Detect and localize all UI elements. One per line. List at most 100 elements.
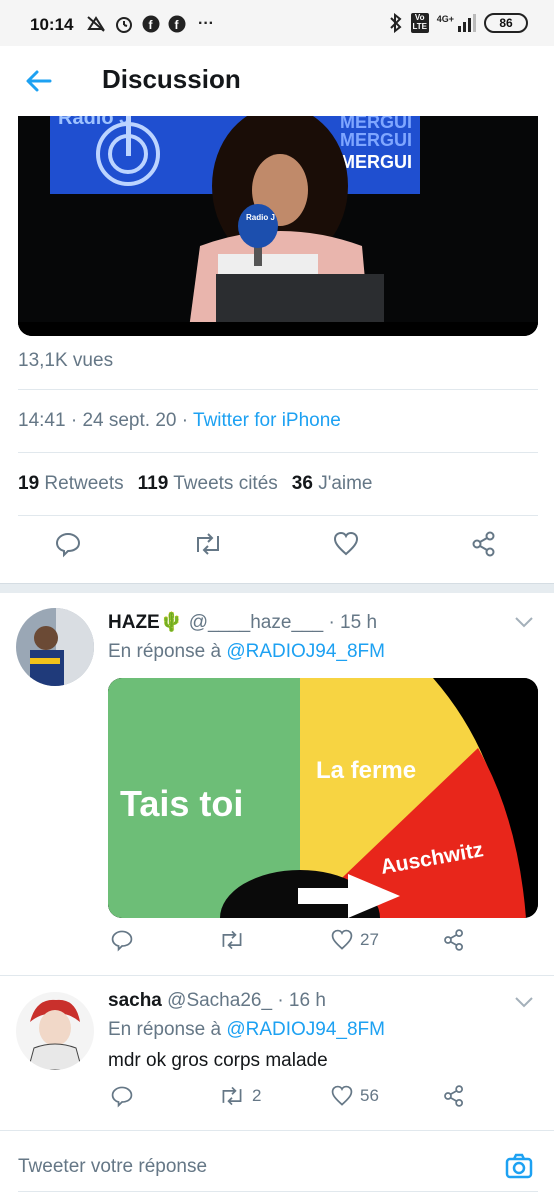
reply-icon bbox=[111, 1086, 133, 1108]
divider bbox=[18, 515, 538, 516]
likes-stat[interactable]: 36 J'aime bbox=[292, 473, 373, 495]
tweet-time: 14:41 bbox=[18, 410, 66, 431]
share-icon bbox=[444, 929, 463, 951]
signal-indicator: 4G+ bbox=[437, 14, 476, 32]
tweet-age: · 16 h bbox=[277, 990, 326, 1011]
back-arrow-icon[interactable] bbox=[24, 66, 54, 96]
chevron-down-icon[interactable] bbox=[514, 995, 534, 1009]
reply-input[interactable]: Tweeter votre réponse bbox=[18, 1156, 207, 1178]
network-label: 4G+ bbox=[436, 14, 454, 24]
retweet-button[interactable] bbox=[218, 928, 252, 952]
display-name[interactable]: sacha bbox=[108, 990, 162, 1011]
reply-header: sacha @Sacha26_ · 16 h bbox=[108, 990, 326, 1012]
facebook-icon: f bbox=[142, 15, 160, 33]
page-title: Discussion bbox=[102, 64, 241, 94]
cactus-emoji: 🌵 bbox=[159, 612, 184, 633]
quotes-stat[interactable]: 119 Tweets cités bbox=[138, 473, 278, 495]
tweet-video[interactable]: Radio J MERGUI MERGUI MERGUI Radio J bbox=[18, 116, 538, 336]
meta-separator: · bbox=[176, 410, 194, 431]
meme-image[interactable]: Tais toi La ferme Auschwitz bbox=[108, 678, 538, 918]
user-handle[interactable]: @____haze___ bbox=[189, 612, 323, 633]
section-gap bbox=[0, 583, 554, 593]
banner-line-2: MERGUI bbox=[340, 130, 412, 150]
like-button[interactable]: 27 bbox=[330, 928, 379, 952]
retweet-icon bbox=[222, 930, 242, 950]
bluetooth-icon bbox=[390, 13, 402, 33]
tweet-stats: 19 Retweets 119 Tweets cités 36 J'aime bbox=[18, 473, 387, 495]
tweet-age: · 15 h bbox=[328, 612, 378, 633]
retweets-stat[interactable]: 19 Retweets bbox=[18, 473, 124, 495]
tweet-date: 24 sept. 20 bbox=[82, 410, 177, 431]
retweet-icon bbox=[197, 533, 219, 555]
tweet-text: mdr ok gros corps malade bbox=[108, 1050, 328, 1071]
reply-button[interactable] bbox=[110, 928, 140, 952]
share-button[interactable] bbox=[470, 530, 498, 558]
tweet-source-link[interactable]: Twitter for iPhone bbox=[193, 410, 341, 431]
retweet-count: 2 bbox=[252, 1086, 262, 1105]
retweets-count: 19 bbox=[18, 473, 40, 494]
quotes-count: 119 bbox=[137, 473, 169, 494]
share-button[interactable] bbox=[442, 928, 466, 952]
retweet-button[interactable] bbox=[192, 530, 224, 558]
camera-icon[interactable] bbox=[504, 1151, 534, 1181]
retweets-label: Retweets bbox=[44, 473, 124, 494]
reply-prefix: En réponse à bbox=[108, 1019, 227, 1040]
reply-button[interactable] bbox=[54, 530, 82, 558]
status-right: Vo LTE 4G+ 86 bbox=[389, 13, 528, 33]
reply-actions: 27 bbox=[0, 928, 554, 968]
battery-indicator: 86 bbox=[484, 13, 528, 33]
reply-header: HAZE🌵 @____haze___ · 15 h bbox=[108, 610, 377, 634]
tweet-meta: 14:41 · 24 sept. 20 · Twitter for iPhone bbox=[18, 410, 341, 432]
chevron-down-icon[interactable] bbox=[514, 615, 534, 629]
reply-icon bbox=[55, 532, 81, 558]
quotes-label: Tweets cités bbox=[173, 473, 278, 494]
reply-prefix: En réponse à bbox=[108, 641, 227, 662]
meme-label-green: Tais toi bbox=[120, 783, 243, 824]
divider bbox=[18, 389, 538, 390]
like-button[interactable] bbox=[332, 530, 360, 558]
display-name[interactable]: HAZE bbox=[108, 612, 160, 633]
notification-icons: f f ··· bbox=[86, 14, 214, 34]
silent-icon bbox=[87, 16, 105, 32]
like-count: 27 bbox=[360, 930, 379, 949]
volte-badge: Vo LTE bbox=[410, 13, 429, 33]
avatar[interactable] bbox=[16, 992, 94, 1070]
reply-actions: 2 56 bbox=[0, 1084, 554, 1124]
facebook-icon: f bbox=[168, 15, 186, 33]
user-handle[interactable]: @Sacha26_ bbox=[167, 990, 272, 1011]
divider bbox=[18, 452, 538, 453]
banner-line-3: MERGUI bbox=[340, 152, 412, 172]
mic-label: Radio J bbox=[246, 213, 275, 222]
heart-icon bbox=[333, 531, 359, 556]
meta-separator: · bbox=[65, 410, 83, 431]
likes-label: J'aime bbox=[318, 473, 373, 494]
retweet-button[interactable]: 2 bbox=[218, 1084, 261, 1108]
heart-icon bbox=[331, 1085, 353, 1106]
share-icon bbox=[472, 531, 495, 557]
reply-icon bbox=[111, 930, 133, 952]
share-button[interactable] bbox=[442, 1084, 466, 1108]
retweet-icon bbox=[222, 1086, 242, 1106]
reply-handle-link[interactable]: @RADIOJ94_8FM bbox=[226, 641, 385, 662]
reply-context: En réponse à @RADIOJ94_8FM bbox=[108, 1019, 385, 1041]
main-tweet-actions bbox=[0, 530, 554, 570]
views-count: 13,1K vues bbox=[18, 350, 114, 371]
reply-handle-link[interactable]: @RADIOJ94_8FM bbox=[226, 1019, 385, 1040]
more-dots-icon: ··· bbox=[198, 15, 214, 32]
likes-count: 36 bbox=[291, 473, 313, 494]
alarm-icon bbox=[116, 17, 132, 33]
reply-context: En réponse à @RADIOJ94_8FM bbox=[108, 641, 385, 663]
video-frame: Radio J MERGUI MERGUI MERGUI Radio J bbox=[18, 116, 538, 336]
reply-composer[interactable]: Tweeter votre réponse bbox=[0, 1130, 554, 1200]
share-icon bbox=[444, 1085, 463, 1107]
avatar[interactable] bbox=[16, 608, 94, 686]
top-bar: Discussion bbox=[0, 46, 554, 116]
like-count: 56 bbox=[360, 1086, 379, 1105]
divider bbox=[0, 975, 554, 976]
status-bar: 10:14 f f ··· Vo LTE 4G+ 86 bbox=[0, 0, 554, 46]
meme-label-yellow: La ferme bbox=[316, 757, 416, 784]
composer-underline bbox=[18, 1191, 538, 1192]
heart-icon bbox=[331, 929, 353, 950]
like-button[interactable]: 56 bbox=[330, 1084, 379, 1108]
reply-button[interactable] bbox=[110, 1084, 140, 1108]
